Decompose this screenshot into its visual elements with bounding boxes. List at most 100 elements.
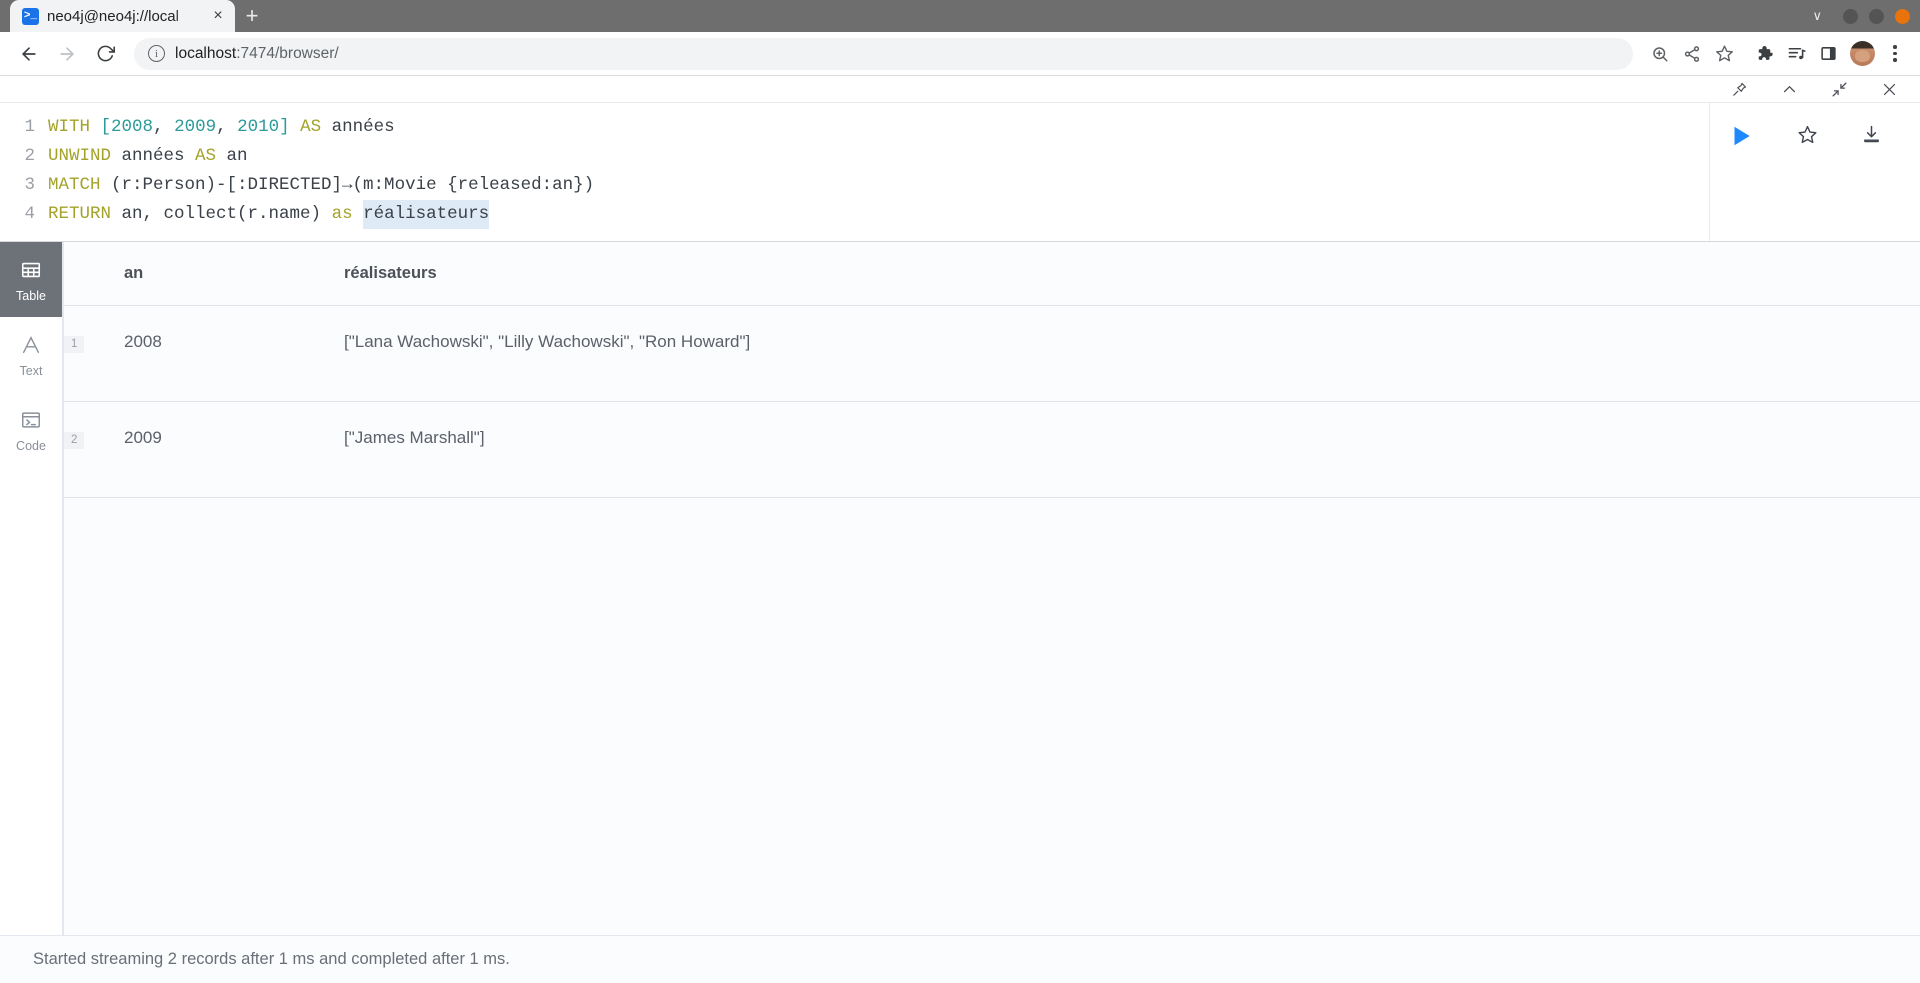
line-number: 1 bbox=[24, 117, 35, 137]
table-icon bbox=[20, 257, 42, 283]
status-message: Started streaming 2 records after 1 ms a… bbox=[33, 950, 510, 968]
code-token: AS bbox=[300, 117, 322, 137]
cell-realisateurs: ["James Marshall"] bbox=[344, 401, 1920, 498]
code-token: WITH bbox=[48, 117, 91, 137]
code-token: 2010 bbox=[237, 117, 280, 137]
table-row: 1 2008 ["Lana Wachowski", "Lilly Wachowski… bbox=[64, 305, 1920, 402]
code-token: années bbox=[321, 117, 395, 137]
results-table-body: 1 2008 ["Lana Wachowski", "Lilly Wachowski… bbox=[64, 305, 1920, 498]
cell-realisateurs: ["Lana Wachowski", "Lilly Wachowski", "R… bbox=[344, 305, 1920, 402]
profile-avatar[interactable] bbox=[1850, 41, 1875, 66]
site-info-icon[interactable]: i bbox=[148, 45, 165, 62]
browser-menu-button[interactable] bbox=[1882, 39, 1908, 69]
status-bar: Started streaming 2 records after 1 ms a… bbox=[0, 935, 1920, 983]
window-minimize-button[interactable] bbox=[1843, 8, 1858, 24]
neo4j-favicon-icon: >_ bbox=[22, 7, 39, 25]
contract-icon[interactable] bbox=[1828, 78, 1850, 100]
reload-button[interactable] bbox=[88, 37, 122, 71]
url-host: localhost bbox=[175, 44, 237, 62]
column-header-realisateurs[interactable]: réalisateurs bbox=[344, 242, 1920, 306]
code-terminal-icon bbox=[20, 407, 42, 433]
close-icon[interactable] bbox=[1878, 78, 1900, 100]
tab-close-icon[interactable]: × bbox=[209, 7, 227, 25]
view-tab-text[interactable]: Text bbox=[0, 317, 62, 392]
code-token: as bbox=[331, 204, 353, 224]
browser-tab-strip: >_ neo4j@neo4j://local × + ∨ bbox=[0, 0, 1920, 32]
view-tab-code[interactable]: Code bbox=[0, 392, 62, 467]
address-bar-url: localhost:7474/browser/ bbox=[175, 45, 339, 63]
extensions-puzzle-icon[interactable] bbox=[1749, 39, 1779, 69]
row-index-cell: 1 bbox=[64, 305, 124, 402]
column-header-an[interactable]: an bbox=[124, 242, 344, 306]
collapse-up-icon[interactable] bbox=[1778, 78, 1800, 100]
neo4j-browser-page: 1 WITH [2008, 2009, 2010] AS années 2 UNWIN… bbox=[0, 76, 1920, 983]
results-panel: an réalisateurs 1 2008 ["Lana Wachowski", … bbox=[63, 242, 1920, 935]
line-number: 2 bbox=[24, 146, 35, 166]
new-tab-button[interactable]: + bbox=[235, 0, 269, 32]
line-number: 4 bbox=[24, 204, 35, 224]
text-a-icon bbox=[20, 332, 42, 358]
query-editor-area: 1 WITH [2008, 2009, 2010] AS années 2 UNWIN… bbox=[0, 102, 1920, 242]
code-token: 2009 bbox=[174, 117, 217, 137]
code-token: , bbox=[216, 117, 238, 137]
code-token: ] bbox=[279, 117, 290, 137]
code-line: 4 RETURN an, collect(r.name) as réalisate… bbox=[0, 200, 1709, 229]
zoom-icon[interactable] bbox=[1645, 39, 1675, 69]
download-icon[interactable] bbox=[1856, 119, 1886, 149]
browser-action-icons bbox=[1645, 39, 1908, 69]
view-tab-label: Table bbox=[16, 288, 46, 303]
play-icon[interactable] bbox=[1724, 119, 1758, 153]
code-token: UNWIND bbox=[48, 146, 112, 166]
table-row: 2 2009 ["James Marshall"] bbox=[64, 401, 1920, 498]
code-token: [ bbox=[100, 117, 112, 137]
row-index-badge: 2 bbox=[64, 432, 85, 449]
media-list-icon[interactable] bbox=[1781, 39, 1811, 69]
url-path: :7474/browser/ bbox=[236, 44, 339, 62]
view-tab-label: Text bbox=[19, 363, 43, 378]
code-line: 2 UNWIND années AS an bbox=[0, 142, 1709, 171]
tab-title: neo4j@neo4j://local bbox=[47, 7, 179, 25]
row-index-badge: 1 bbox=[64, 336, 85, 353]
code-token: an bbox=[216, 146, 248, 166]
cell-an: 2008 bbox=[124, 305, 344, 402]
star-icon[interactable] bbox=[1792, 119, 1822, 149]
results-table: an réalisateurs 1 2008 ["Lana Wachowski", … bbox=[64, 242, 1920, 498]
code-token: an, collect(r.name) bbox=[111, 204, 332, 224]
cell-an: 2009 bbox=[124, 401, 344, 498]
view-tab-table[interactable]: Table bbox=[0, 242, 62, 317]
back-button[interactable] bbox=[12, 37, 46, 71]
result-view-switcher: Table Text Code bbox=[0, 242, 63, 935]
view-tab-label: Code bbox=[16, 438, 46, 453]
code-line: 3 MATCH (r:Person)-[:DIRECTED]→(m:Movie {… bbox=[0, 171, 1709, 200]
table-header-row: an réalisateurs bbox=[64, 242, 1920, 306]
browser-toolbar: i localhost:7474/browser/ bbox=[0, 32, 1920, 76]
browser-tab[interactable]: >_ neo4j@neo4j://local × bbox=[10, 0, 235, 32]
window-close-button[interactable] bbox=[1895, 8, 1910, 24]
frame-action-bar bbox=[0, 76, 1920, 102]
code-line: 1 WITH [2008, 2009, 2010] AS années bbox=[0, 113, 1709, 142]
code-token: , bbox=[153, 117, 175, 137]
results-table-head: an réalisateurs bbox=[64, 242, 1920, 306]
code-token: réalisateurs bbox=[363, 200, 490, 229]
side-panel-icon[interactable] bbox=[1813, 39, 1843, 69]
window-maximize-button[interactable] bbox=[1869, 8, 1884, 24]
code-token: (r:Person)-[:DIRECTED]→(m:Movie {release… bbox=[100, 175, 595, 195]
share-icon[interactable] bbox=[1677, 39, 1707, 69]
editor-side-actions bbox=[1710, 103, 1920, 241]
line-number: 3 bbox=[24, 175, 35, 195]
pin-icon[interactable] bbox=[1728, 78, 1750, 100]
chevron-down-icon[interactable]: ∨ bbox=[1812, 8, 1822, 24]
code-token: MATCH bbox=[48, 175, 101, 195]
code-token: RETURN bbox=[48, 204, 112, 224]
bookmark-star-icon[interactable] bbox=[1709, 39, 1739, 69]
forward-button[interactable] bbox=[50, 37, 84, 71]
row-index-cell: 2 bbox=[64, 401, 124, 498]
window-controls: ∨ bbox=[1812, 0, 1910, 32]
address-bar[interactable]: i localhost:7474/browser/ bbox=[134, 37, 1633, 70]
result-body: Table Text Code an réalisateurs 1 2008 ["Lan… bbox=[0, 242, 1920, 935]
cypher-editor[interactable]: 1 WITH [2008, 2009, 2010] AS années 2 UNWIN… bbox=[0, 103, 1710, 241]
code-token: AS bbox=[195, 146, 217, 166]
